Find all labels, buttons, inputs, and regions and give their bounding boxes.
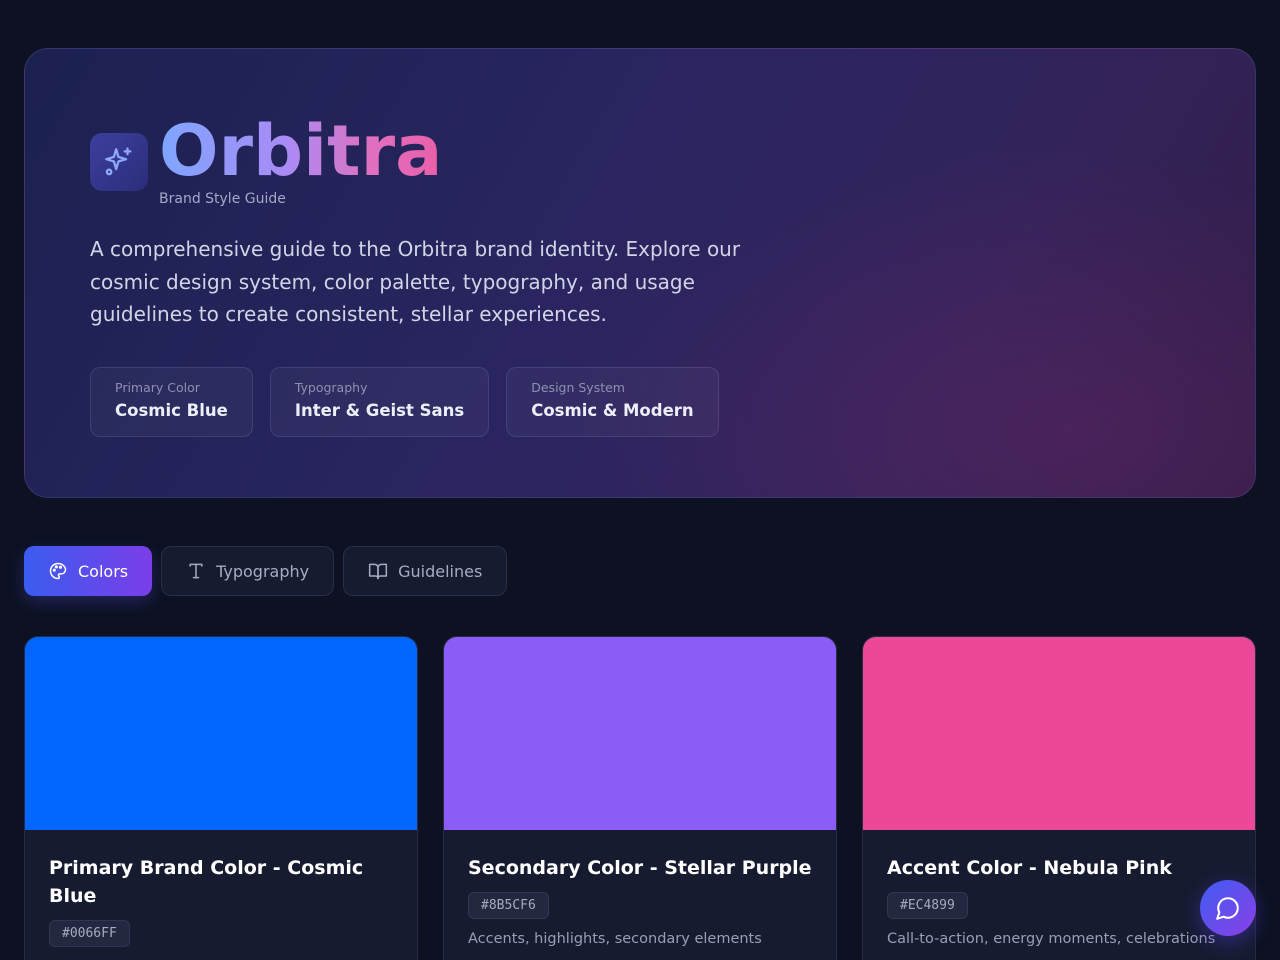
hex-code[interactable]: #0066FF bbox=[49, 920, 130, 947]
logo-tile bbox=[90, 133, 148, 191]
color-usage: Call-to-action, energy moments, celebrat… bbox=[887, 931, 1216, 947]
color-title: Primary Brand Color - Cosmic Blue bbox=[49, 857, 364, 907]
brand-summary-chips: Primary Color Cosmic Blue Typography Int… bbox=[90, 367, 719, 437]
palette-icon bbox=[49, 562, 67, 580]
tab-guidelines[interactable]: Guidelines bbox=[343, 546, 508, 596]
hex-code[interactable]: #8B5CF6 bbox=[468, 892, 549, 919]
chip-label: Typography bbox=[294, 380, 368, 395]
chip-label: Design System bbox=[531, 380, 625, 395]
tab-typography[interactable]: Typography bbox=[161, 546, 335, 596]
color-usage: Accents, highlights, secondary elements bbox=[468, 931, 762, 947]
chip-typography: Typography Inter & Geist Sans bbox=[269, 367, 490, 437]
chip-primary-color: Primary Color Cosmic Blue bbox=[90, 367, 253, 437]
book-open-icon bbox=[369, 563, 388, 580]
type-icon bbox=[189, 563, 203, 579]
sparkles-icon bbox=[105, 147, 132, 176]
brand-subtitle: Brand Style Guide bbox=[159, 191, 286, 207]
tab-label: Guidelines bbox=[398, 561, 483, 581]
color-card-nebula-pink: Accent Color - Nebula Pink #EC4899 Call-… bbox=[862, 636, 1256, 960]
color-title: Accent Color - Nebula Pink bbox=[887, 857, 1172, 879]
chip-value: Inter & Geist Sans bbox=[294, 401, 465, 420]
color-swatch bbox=[863, 637, 1255, 830]
brand-name: Orbitra bbox=[159, 105, 442, 197]
chip-value: Cosmic Blue bbox=[115, 401, 228, 420]
chip-design-system: Design System Cosmic & Modern bbox=[506, 367, 719, 437]
color-swatch bbox=[25, 637, 417, 830]
color-card-stellar-purple: Secondary Color - Stellar Purple #8B5CF6… bbox=[443, 636, 837, 960]
color-title: Secondary Color - Stellar Purple bbox=[468, 857, 812, 879]
hero-panel: Orbitra Brand Style Guide A comprehensiv… bbox=[24, 48, 1256, 498]
color-palette: Primary Brand Color - Cosmic Blue #0066F… bbox=[24, 636, 1256, 960]
color-card-cosmic-blue: Primary Brand Color - Cosmic Blue #0066F… bbox=[24, 636, 418, 960]
chip-value: Cosmic & Modern bbox=[531, 401, 694, 420]
tab-label: Colors bbox=[78, 561, 129, 581]
hex-code[interactable]: #EC4899 bbox=[887, 892, 968, 919]
tab-colors[interactable]: Colors bbox=[24, 546, 153, 596]
color-swatch bbox=[444, 637, 836, 830]
chat-bubble-icon bbox=[1216, 897, 1239, 920]
chat-button[interactable] bbox=[1200, 880, 1256, 936]
tab-label: Typography bbox=[216, 561, 310, 581]
brand-description: A comprehensive guide to the Orbitra bra… bbox=[90, 237, 741, 326]
section-tabs: Colors Typography Guidelines bbox=[24, 546, 508, 596]
chip-label: Primary Color bbox=[115, 380, 200, 395]
